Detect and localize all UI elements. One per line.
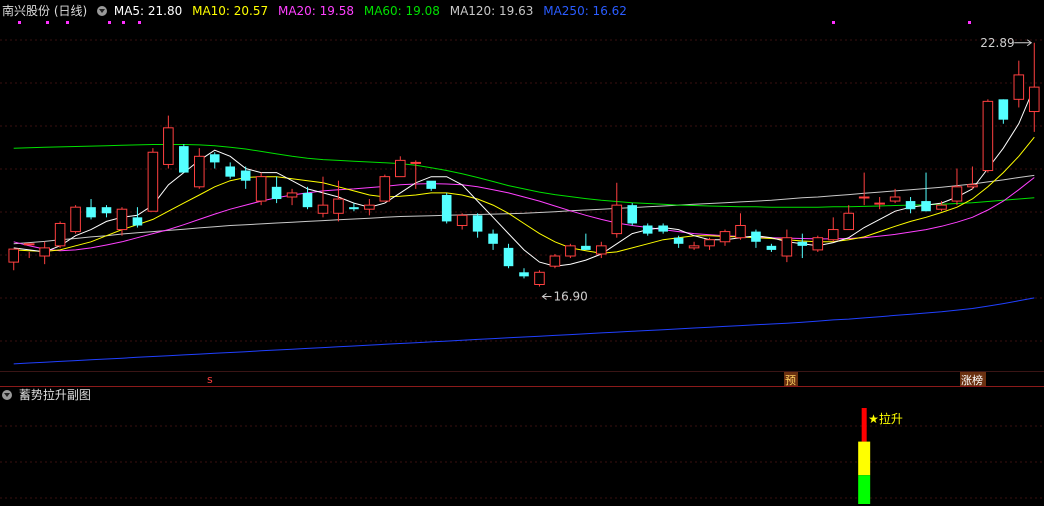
legend-ma60: MA60: 19.08 — [363, 4, 440, 18]
candle-body-down — [519, 272, 529, 277]
ma-legend: 南兴股份 (日线) MA5: 21.80 MA10: 20.57 MA20: 1… — [0, 0, 633, 22]
candle-body-down — [627, 205, 638, 224]
candle-body-up — [874, 202, 885, 205]
candle-body-down — [998, 99, 1009, 120]
candle-body-up — [395, 159, 406, 178]
candle-body-up — [827, 229, 839, 241]
candle-body-up — [982, 100, 994, 172]
candle-body-up — [611, 204, 623, 235]
ma120-line — [13, 174, 1035, 245]
candle-body-down — [302, 192, 313, 208]
sub-panel-header: 蓄势拉升副图 — [0, 386, 91, 404]
candle-body-up — [333, 198, 344, 214]
candle-body-down — [658, 225, 668, 232]
stock-name: 南兴股份 (日线) — [2, 4, 88, 18]
candle-body-down — [225, 166, 236, 177]
marker-s: s — [207, 373, 213, 386]
candlestick-chart[interactable]: 22.89 16.90 s 预 涨榜 ★拉升 — [0, 0, 1044, 506]
candle-body-down — [179, 146, 189, 173]
legend-toggle-icon[interactable] — [97, 6, 108, 16]
candle-body-down — [797, 241, 808, 246]
chart-window: 22.89 16.90 s 预 涨榜 ★拉升 南兴股份 (日线) MA5: 21.80 M… — [0, 0, 1044, 506]
signal-label: ★拉升 — [868, 411, 903, 426]
candle-body-down — [921, 201, 931, 212]
candle-body-up — [147, 151, 159, 212]
candle-body-up — [364, 204, 375, 210]
legend-ma5: MA5: 21.80 — [113, 4, 183, 18]
candle-body-down — [132, 217, 143, 226]
candle-body-up — [951, 186, 963, 202]
signal-bar-segment — [858, 441, 871, 476]
candle-body-down — [349, 207, 359, 210]
candle-body-down — [101, 207, 112, 214]
candle-body-up — [889, 196, 901, 202]
candle-body-up — [596, 245, 607, 255]
candle-body-up — [255, 176, 267, 202]
candle-body-up — [456, 214, 468, 226]
legend-ma120: MA120: 19.63 — [449, 4, 534, 18]
candle-body-down — [472, 215, 483, 232]
ma5-line — [13, 86, 1035, 267]
candle-body-up — [54, 222, 66, 247]
legend-ma10: MA10: 20.57 — [192, 4, 269, 18]
candle-body-down — [673, 237, 684, 244]
candle-body-up — [1013, 74, 1025, 100]
candle-body-up — [812, 237, 824, 251]
candle-body-down — [86, 207, 96, 218]
candle-body-up — [936, 204, 947, 210]
candle-body-down — [905, 201, 916, 210]
candle-body-up — [163, 127, 174, 165]
top-marker — [968, 21, 971, 24]
candle-body-up — [858, 196, 870, 199]
candle-body-down — [581, 245, 591, 250]
candle-body-up — [410, 161, 422, 164]
candle-body-up — [1028, 86, 1040, 113]
signal-bar-segment — [858, 475, 871, 504]
candle-body-down — [441, 194, 452, 222]
candle-body-up — [843, 212, 855, 231]
candle-body-up — [549, 255, 561, 267]
candle-body-up — [719, 231, 731, 243]
low-price-label: 16.90 — [553, 290, 587, 304]
legend-ma250: MA250: 16.62 — [543, 4, 627, 18]
candle-body-up — [286, 192, 298, 198]
high-price-label: 22.89 — [980, 36, 1014, 50]
marker-yu: 预 — [785, 374, 796, 387]
sub-panel-title: 蓄势拉升副图 — [18, 388, 91, 402]
sub-panel-toggle-icon[interactable] — [2, 390, 12, 400]
candle-body-up — [193, 155, 205, 188]
candle-body-down — [503, 247, 514, 267]
signal-bar-segment — [861, 408, 867, 442]
candle-body-up — [688, 245, 700, 249]
candle-body-down — [209, 154, 220, 163]
legend-ma20: MA20: 19.58 — [277, 4, 355, 18]
candle-body-up — [967, 184, 978, 188]
candle-body-down — [271, 186, 282, 200]
top-marker — [832, 21, 835, 24]
candle-body-up — [70, 206, 81, 233]
candle-body-down — [642, 225, 653, 234]
candle-body-up — [379, 176, 391, 202]
candle-body-down — [240, 170, 251, 181]
candle-body-up — [781, 237, 793, 257]
marker-zhangbang: 涨榜 — [961, 373, 983, 387]
candle-body-up — [116, 208, 128, 231]
candle-body-down — [488, 233, 498, 244]
candle-body-down — [766, 245, 777, 250]
candle-body-up — [735, 224, 746, 239]
candle-body-up — [565, 245, 576, 257]
candle-body-down — [426, 180, 437, 189]
candle-body-up — [8, 248, 20, 263]
candle-body-up — [704, 239, 715, 247]
candle-body-down — [751, 231, 761, 242]
candle-body-up — [534, 271, 545, 286]
candle-body-up — [39, 247, 50, 257]
ma250-line — [13, 297, 1035, 365]
candle-body-up — [23, 243, 35, 246]
candle-body-up — [317, 204, 329, 214]
